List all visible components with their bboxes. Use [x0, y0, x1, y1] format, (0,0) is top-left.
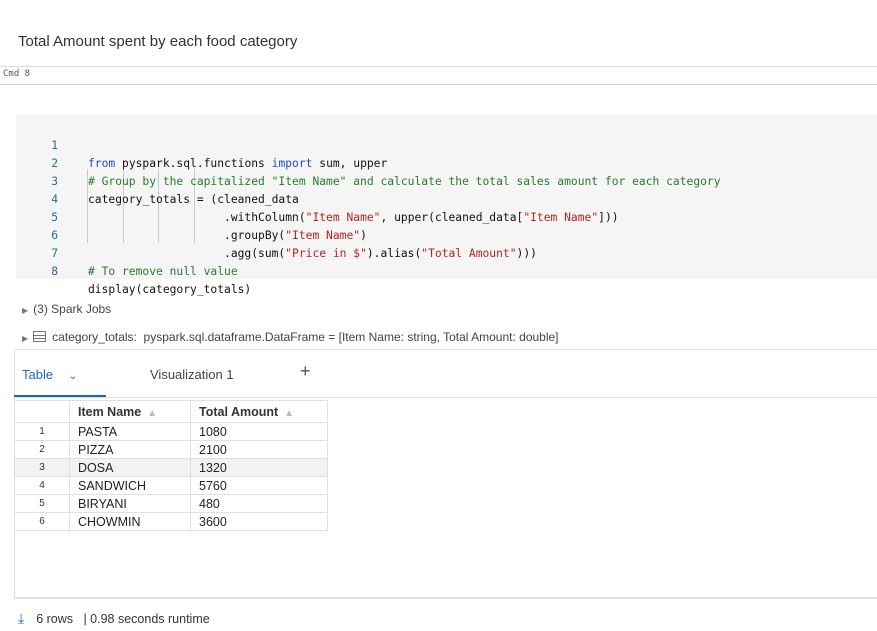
expand-triangle-icon: ▶	[22, 334, 29, 343]
row-index: 2	[14, 440, 70, 459]
table-row: 2 PIZZA 2100	[14, 440, 328, 459]
table-header-row: Item Name ▲ Total Amount ▲	[14, 400, 328, 423]
code-line: 1 from pyspark.sql.functions import sum,…	[16, 119, 387, 170]
code-text: # To remove null value	[88, 265, 238, 278]
download-icon[interactable]: ⤓	[18, 610, 24, 626]
cell-divider	[0, 84, 877, 85]
tab-visualization[interactable]: Visualization 1	[150, 367, 234, 382]
table-row: 4 SANDWICH 5760	[14, 476, 328, 495]
footer-divider	[14, 597, 877, 598]
code-text: # Group by the capitalized "Item Name" a…	[88, 175, 721, 188]
code-text: from pyspark.sql.functions import sum, u…	[88, 157, 388, 170]
cell-total-amount[interactable]: 5760	[190, 476, 328, 495]
tab-table-label: Table	[22, 367, 54, 382]
index-header	[14, 400, 70, 423]
cell-total-amount[interactable]: 1080	[190, 422, 328, 441]
row-index: 1	[14, 422, 70, 441]
code-line: 4 .withColumn("Item Name", upper(cleaned…	[16, 173, 618, 224]
cell-item-name[interactable]: BIRYANI	[69, 494, 191, 513]
code-text: .groupBy("Item Name")	[88, 229, 367, 242]
table-row: 5 BIRYANI 480	[14, 494, 328, 513]
spark-jobs-toggle[interactable]: ▶ (3) Spark Jobs	[22, 302, 111, 316]
runtime-text: | 0.98 seconds runtime	[83, 612, 210, 626]
column-header-total-amount[interactable]: Total Amount ▲	[190, 400, 328, 423]
dataframe-name: category_totals:	[52, 330, 137, 344]
tab-table[interactable]: Table ⌄	[22, 367, 77, 382]
cell-total-amount[interactable]: 3600	[190, 512, 328, 531]
spark-jobs-label: (3) Spark Jobs	[33, 302, 112, 316]
code-line: 3 category_totals = (cleaned_data	[16, 155, 299, 206]
row-index: 3	[14, 458, 70, 477]
dataframe-schema-toggle[interactable]: ▶ category_totals: pyspark.sql.dataframe.…	[22, 330, 559, 344]
markdown-title: Total Amount spent by each food category	[18, 33, 298, 50]
row-count: 6 rows	[36, 612, 74, 626]
add-tab-button[interactable]: +	[300, 361, 311, 382]
code-text: category_totals = (cleaned_data	[88, 193, 299, 206]
cell-total-amount[interactable]: 2100	[190, 440, 328, 459]
cell-item-name[interactable]: PASTA	[69, 422, 191, 441]
line-number: 8	[51, 265, 58, 278]
code-text: .withColumn("Item Name", upper(cleaned_d…	[88, 211, 619, 224]
code-line: 6 .agg(sum("Price in $").alias("Total Am…	[16, 209, 537, 260]
code-line: 8 display(category_totals)	[16, 245, 251, 296]
expand-triangle-icon: ▶	[22, 306, 29, 315]
sort-icon[interactable]: ▲	[147, 408, 157, 419]
cell-item-name[interactable]: PIZZA	[69, 440, 191, 459]
cell-total-amount[interactable]: 480	[190, 494, 328, 513]
table-row: 3 DOSA 1320	[14, 458, 328, 477]
row-index: 4	[14, 476, 70, 495]
table-icon	[33, 331, 47, 342]
code-line: 5 .groupBy("Item Name")	[16, 191, 367, 242]
code-editor[interactable]: 1 from pyspark.sql.functions import sum,…	[16, 115, 877, 296]
row-index: 5	[14, 494, 70, 513]
code-line: 7 # To remove null value	[16, 227, 237, 278]
tabs-divider	[14, 397, 877, 398]
table-row: 6 CHOWMIN 3600	[14, 512, 328, 531]
column-header-item-name[interactable]: Item Name ▲	[69, 400, 191, 423]
table-row: 1 PASTA 1080	[14, 422, 328, 441]
cell-item-name[interactable]: CHOWMIN	[69, 512, 191, 531]
cell-item-name[interactable]: DOSA	[69, 458, 191, 477]
code-line: 2 # Group by the capitalized "Item Name"…	[16, 137, 720, 188]
cmd-label: Cmd 8	[3, 69, 31, 79]
chevron-down-icon[interactable]: ⌄	[69, 371, 77, 382]
code-text: .agg(sum("Price in $").alias("Total Amou…	[88, 247, 537, 260]
results-table: Item Name ▲ Total Amount ▲ 1 PASTA 1080 2 …	[14, 400, 328, 531]
cell-total-amount[interactable]: 1320	[190, 458, 328, 477]
sort-icon[interactable]: ▲	[284, 408, 294, 419]
dataframe-type: pyspark.sql.dataframe.DataFrame = [Item …	[143, 330, 559, 344]
markdown-cell[interactable]: Total Amount spent by each food category	[0, 0, 877, 67]
row-index: 6	[14, 512, 70, 531]
code-text: display(category_totals)	[88, 283, 252, 296]
result-footer: ⤓ 6 rows | 0.98 seconds runtime	[18, 610, 210, 627]
cell-item-name[interactable]: SANDWICH	[69, 476, 191, 495]
